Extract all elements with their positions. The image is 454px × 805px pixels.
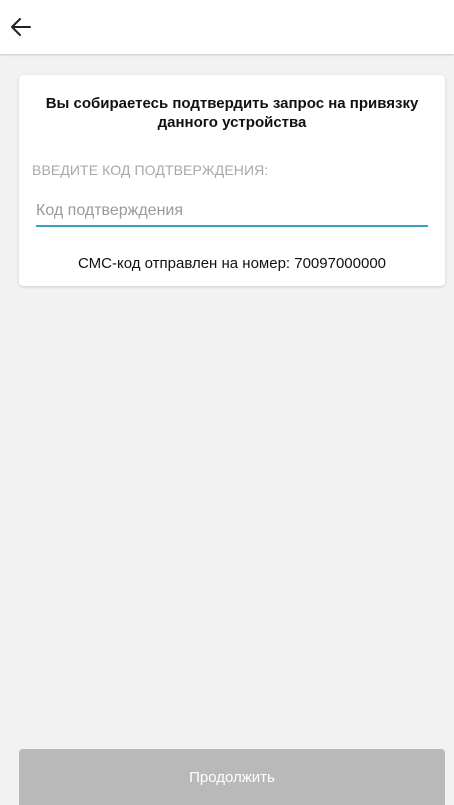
code-field-label: ВВЕДИТЕ КОД ПОДТВЕРЖДЕНИЯ:	[32, 162, 269, 178]
back-button[interactable]	[4, 10, 38, 44]
top-app-bar	[0, 0, 454, 54]
sms-sent-info: СМС-код отправлен на номер: 70097000000	[77, 255, 387, 272]
card-title: Вы собираетесь подтвердить запрос на при…	[45, 95, 419, 131]
continue-button[interactable]: Продолжить	[19, 749, 445, 805]
arrow-left-icon	[11, 18, 31, 36]
confirmation-card: Вы собираетесь подтвердить запрос на при…	[19, 75, 445, 286]
confirmation-code-input[interactable]	[36, 199, 428, 227]
